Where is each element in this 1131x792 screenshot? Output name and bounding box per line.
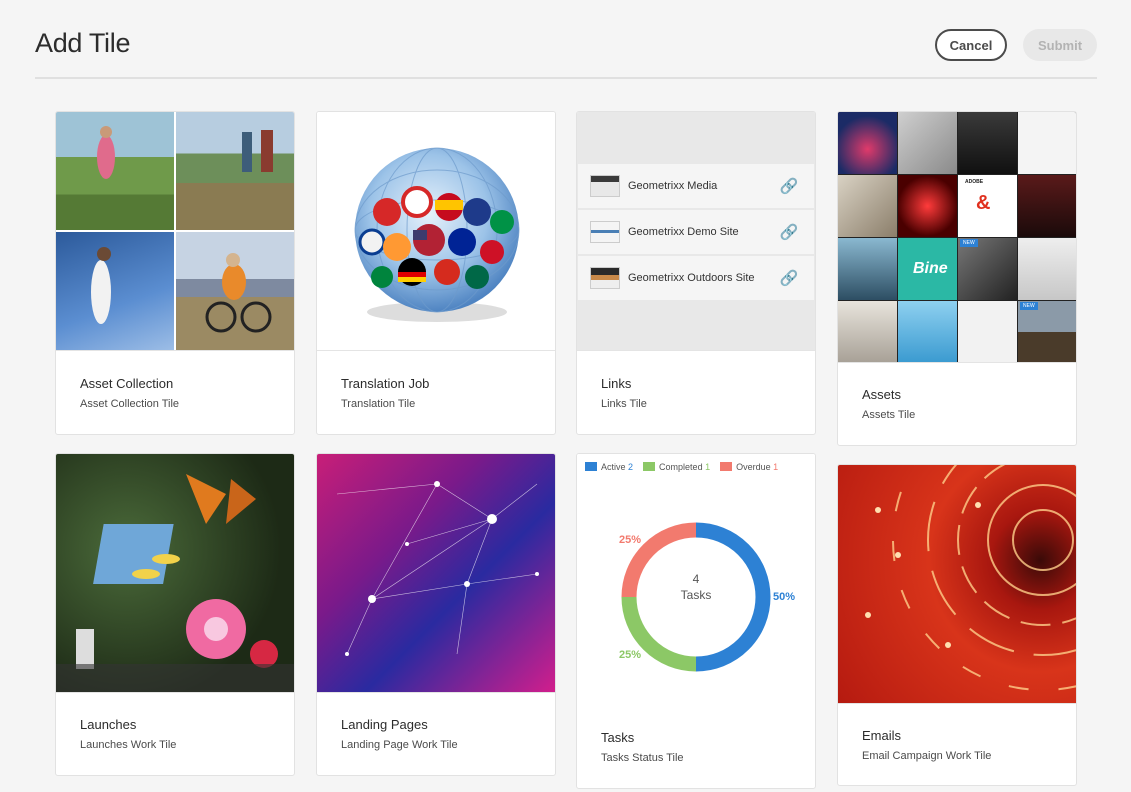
link-item: Geometrixx Demo Site 🔗 bbox=[578, 210, 814, 254]
link-item: Geometrixx Media 🔗 bbox=[578, 164, 814, 208]
tile-title: Emails bbox=[862, 728, 902, 743]
tile-subtitle: Email Campaign Work Tile bbox=[862, 750, 992, 762]
bine-logo-text: Bine bbox=[913, 260, 948, 277]
tile-card-assets[interactable]: Bine ADOBE & NEW NEW Assets Assets Tile bbox=[837, 111, 1077, 446]
asset-image bbox=[958, 238, 1017, 300]
header-divider bbox=[35, 77, 1097, 79]
asset-image bbox=[898, 175, 957, 237]
translation-thumbnail bbox=[317, 112, 555, 350]
site-thumbnail bbox=[590, 175, 620, 197]
people-silhouettes bbox=[91, 126, 273, 333]
tile-subtitle: Landing Page Work Tile bbox=[341, 739, 458, 751]
asset-image bbox=[838, 112, 897, 174]
pct-label-overdue: 25% bbox=[619, 534, 642, 546]
submit-button[interactable]: Submit bbox=[1023, 29, 1097, 61]
pct-label-completed: 25% bbox=[619, 649, 642, 661]
asset-image bbox=[958, 301, 1017, 362]
site-thumbnail bbox=[590, 267, 620, 289]
asset-image bbox=[1018, 175, 1076, 237]
tile-title: Tasks bbox=[601, 730, 635, 745]
ampersand-mark: & bbox=[976, 192, 991, 214]
landing-pages-thumbnail bbox=[317, 454, 555, 692]
tile-subtitle: Asset Collection Tile bbox=[80, 398, 180, 410]
page-title: Add Tile bbox=[35, 28, 131, 58]
link-label: Geometrixx Media bbox=[628, 180, 718, 192]
tile-title: Launches bbox=[80, 717, 137, 732]
asset-image bbox=[838, 175, 897, 237]
page-header: Add Tile Cancel Submit bbox=[0, 0, 1131, 80]
launches-thumbnail bbox=[56, 454, 294, 692]
new-badge: NEW bbox=[1020, 302, 1038, 310]
assets-thumbnail: Bine ADOBE & NEW NEW bbox=[838, 112, 1076, 362]
link-icon: 🔗 bbox=[779, 224, 799, 241]
tile-card-tasks[interactable]: Active 2 Completed 1 Overdue 1 4 Tasks 5… bbox=[576, 453, 816, 789]
emails-thumbnail bbox=[838, 465, 1076, 703]
tile-subtitle: Translation Tile bbox=[341, 398, 416, 410]
asset-image bbox=[898, 112, 957, 174]
tile-title: Assets bbox=[862, 387, 902, 402]
donut-center-count: 4 bbox=[692, 572, 700, 586]
tile-card-asset-collection[interactable]: Asset Collection Asset Collection Tile bbox=[55, 111, 295, 435]
link-item: Geometrixx Outdoors Site 🔗 bbox=[578, 256, 814, 300]
asset-image bbox=[958, 112, 1017, 174]
tile-subtitle: Tasks Status Tile bbox=[601, 752, 684, 764]
tile-card-emails[interactable]: Emails Email Campaign Work Tile bbox=[837, 464, 1077, 786]
asset-image bbox=[1018, 238, 1076, 300]
tasks-thumbnail: Active 2 Completed 1 Overdue 1 4 Tasks 5… bbox=[577, 454, 815, 704]
links-thumbnail: Geometrixx Media 🔗 Geometrixx Demo Site … bbox=[577, 112, 815, 350]
tile-card-links[interactable]: Geometrixx Media 🔗 Geometrixx Demo Site … bbox=[576, 111, 816, 435]
tile-subtitle: Launches Work Tile bbox=[80, 739, 177, 751]
tile-title: Links bbox=[601, 376, 632, 391]
tile-title: Landing Pages bbox=[341, 717, 428, 732]
launches-collage-image bbox=[56, 474, 294, 692]
network-graphic bbox=[336, 481, 539, 656]
donut-center-label: Tasks bbox=[680, 588, 712, 602]
site-thumbnail bbox=[590, 221, 620, 243]
asset-image bbox=[1018, 112, 1076, 174]
link-icon: 🔗 bbox=[779, 178, 799, 195]
new-badge: NEW bbox=[960, 239, 978, 247]
asset-image bbox=[898, 301, 957, 362]
asset-image bbox=[838, 238, 897, 300]
asset-collection-thumbnail bbox=[56, 112, 294, 350]
tile-title: Asset Collection bbox=[80, 376, 174, 391]
tile-title: Translation Job bbox=[341, 376, 430, 391]
tile-card-launches[interactable]: Launches Launches Work Tile bbox=[55, 453, 295, 776]
tile-card-landing-pages[interactable]: Landing Pages Landing Page Work Tile bbox=[316, 453, 556, 776]
adobe-logo-text: ADOBE bbox=[965, 179, 984, 185]
link-label: Geometrixx Demo Site bbox=[628, 226, 739, 238]
cancel-button[interactable]: Cancel bbox=[935, 29, 1007, 61]
link-icon: 🔗 bbox=[779, 270, 799, 287]
tile-card-translation-job[interactable]: Translation Job Translation Tile bbox=[316, 111, 556, 435]
asset-image bbox=[1018, 301, 1076, 362]
tile-subtitle: Assets Tile bbox=[862, 409, 916, 421]
asset-image bbox=[838, 301, 897, 362]
link-label: Geometrixx Outdoors Site bbox=[628, 272, 755, 284]
tile-subtitle: Links Tile bbox=[601, 398, 647, 410]
pct-label-active: 50% bbox=[773, 591, 796, 603]
concentric-arcs-graphic bbox=[865, 465, 1076, 691]
globe-flags-image bbox=[354, 147, 520, 322]
